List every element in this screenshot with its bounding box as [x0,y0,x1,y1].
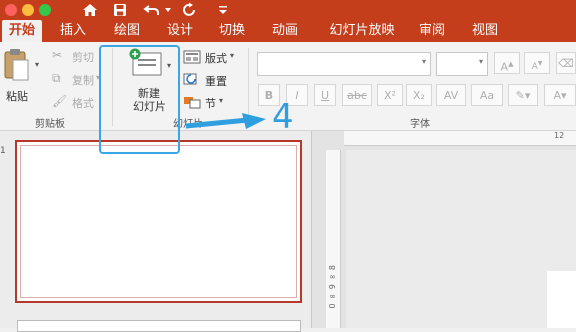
paste-icon [4,49,29,81]
font-group-label: 字体 [410,119,430,130]
tab-view[interactable]: 视图 [465,20,505,42]
copy-icon: ⧉ [52,71,61,85]
highlight-color-button[interactable]: ✎▾ [508,84,538,106]
slide-thumbnail-content [20,145,297,298]
home-icon[interactable] [80,0,100,20]
zoom-window-button[interactable] [39,4,51,16]
slide-thumbnail[interactable] [15,140,302,303]
font-size-dropdown-icon[interactable]: ▾ [479,57,483,66]
font-color-button[interactable]: A▾ [544,84,576,106]
copy-button[interactable]: 复制 [72,72,94,88]
undo-dropdown-icon[interactable] [163,0,173,20]
slide-canvas-page [547,271,576,328]
tab-home[interactable]: 开始 [2,20,42,42]
step-number: 4 [272,97,294,137]
clipboard-group-label: 剪贴板 [35,119,65,130]
save-icon[interactable] [110,0,130,20]
format-painter-button[interactable]: 格式 [72,95,94,111]
slide-canvas[interactable] [346,150,576,328]
tab-draw[interactable]: 绘图 [107,20,147,42]
grow-font-button[interactable]: A▲ [494,52,520,74]
title-bar [0,0,576,20]
ribbon-tabs: 开始 插入 绘图 设计 切换 动画 幻灯片放映 审阅 视图 [0,20,576,42]
slide-number: 1 [0,146,6,156]
character-spacing-button[interactable]: AV [436,84,466,106]
tab-slideshow[interactable]: 幻灯片放映 [322,20,402,42]
layout-dropdown-icon[interactable]: ▾ [230,51,234,60]
cut-button[interactable]: 剪切 [72,49,94,65]
layout-button[interactable]: 版式 [205,50,227,66]
reset-button[interactable]: 重置 [205,73,227,89]
superscript-button[interactable]: X² [377,84,403,106]
paste-button[interactable] [2,48,30,84]
font-name-input[interactable]: ▾ [257,52,431,76]
change-case-button[interactable]: Aa [471,84,503,106]
close-window-button[interactable] [5,4,17,16]
section-dropdown-icon[interactable]: ▾ [219,96,223,105]
tab-insert[interactable]: 插入 [53,20,93,42]
ruler-tick-label: 12 [554,131,565,140]
clear-format-button[interactable]: ⌫ [556,52,576,74]
horizontal-ruler: 12 [344,131,576,146]
underline-button[interactable]: U [314,84,336,106]
highlight-box [99,45,180,154]
minimize-window-button[interactable] [22,4,34,16]
tab-design[interactable]: 设计 [160,20,200,42]
strikethrough-button[interactable]: abc [342,84,372,106]
tab-animations[interactable]: 动画 [265,20,305,42]
reset-icon [183,72,201,86]
cut-icon: ✂ [52,48,63,62]
layout-icon [183,49,201,64]
section-icon [183,94,201,109]
customize-toolbar-icon[interactable] [215,0,231,20]
paste-label: 粘贴 [6,90,28,103]
slide-thumbnail-next[interactable] [17,320,301,332]
redo-icon[interactable] [180,0,200,20]
ruler-tick-label: 0 ∞ 9 ∞ 8 [328,265,337,309]
format-painter-icon: 🖌 [52,94,68,108]
subscript-button[interactable]: X₂ [406,84,432,106]
font-size-input[interactable]: ▾ [436,52,488,76]
tab-review[interactable]: 审阅 [412,20,452,42]
undo-icon[interactable] [141,0,163,20]
paste-dropdown-icon[interactable]: ▾ [35,60,39,69]
tab-transitions[interactable]: 切换 [212,20,252,42]
font-name-dropdown-icon[interactable]: ▾ [422,57,426,66]
vertical-ruler: 0 ∞ 9 ∞ 8 [326,150,341,328]
annotation-arrow-icon [186,113,266,129]
shrink-font-button[interactable]: A▼ [524,52,550,74]
section-button[interactable]: 节 [205,95,216,111]
